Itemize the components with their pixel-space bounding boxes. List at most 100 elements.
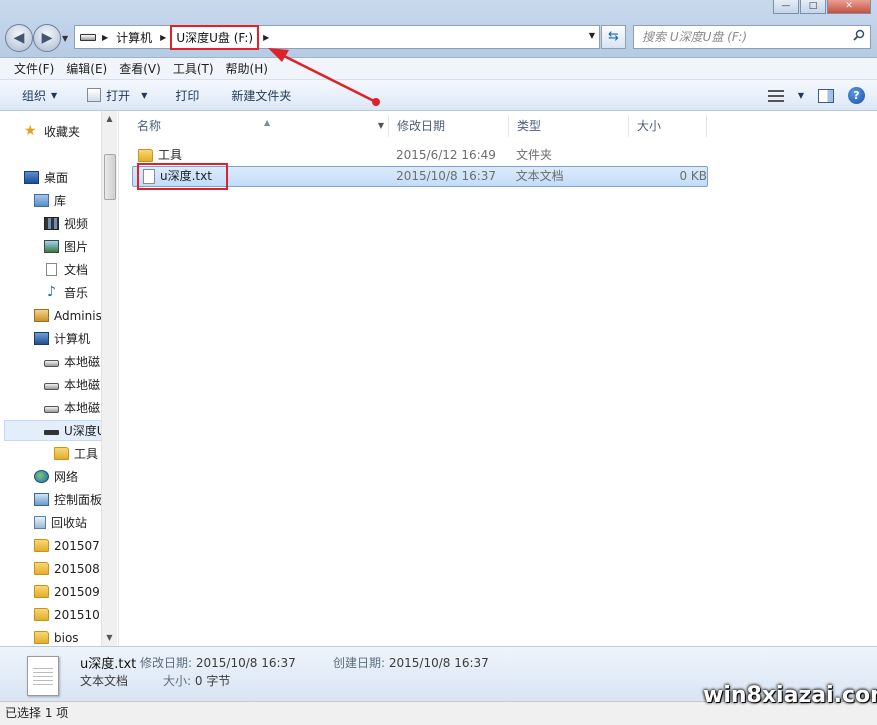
nav-computer[interactable]: 计算机 [34,328,90,349]
nav-network[interactable]: 网络 [34,466,78,487]
details-file-type: 文本文档 [80,674,129,688]
file-type: 文件夹 [516,148,553,162]
nav-music[interactable]: ♪ 音乐 [44,282,88,303]
nav-local-disk-3[interactable]: 本地磁 [44,397,100,418]
menu-tools[interactable]: 工具(T) [167,60,220,77]
nav-folder-201507[interactable]: 201507 [34,535,100,556]
file-row-tools[interactable]: 工具 2015/6/12 16:49 文件夹 [132,145,708,166]
forward-button[interactable]: ▶ [33,24,61,52]
nav-administrator[interactable]: Adminis [34,305,102,326]
file-row-udepth-txt[interactable]: u深度.txt 2015/10/8 16:37 文本文档 0 KB [132,163,708,190]
help-icon[interactable]: ? [848,87,865,104]
pictures-icon [44,240,59,253]
back-button[interactable]: ◀ [5,24,33,52]
nav-label: 收藏夹 [44,125,81,139]
file-name: u深度.txt [160,169,212,183]
breadcrumb-computer[interactable]: 计算机 [114,27,154,48]
nav-label: 本地磁 [64,401,101,415]
nav-tools-folder[interactable]: 工具 [54,443,98,464]
video-icon [44,217,59,230]
preview-pane-icon[interactable] [818,88,834,103]
nav-label: 控制面板 [54,493,103,507]
menu-file[interactable]: 文件(F) [8,60,60,77]
file-date: 2015/6/12 16:49 [396,148,496,162]
view-options-icon[interactable] [767,89,784,102]
nav-label: 201508 [54,561,100,576]
file-size [636,145,708,166]
computer-icon [34,332,49,345]
nav-favorites[interactable]: ★ 收藏夹 [24,121,80,142]
nav-local-disk-1[interactable]: 本地磁 [44,351,100,372]
nav-documents[interactable]: 文档 [44,259,88,280]
highlight-box: u深度.txt [137,163,228,190]
nav-recycle-bin[interactable]: 回收站 [34,512,87,533]
file-type: 文本文档 [515,169,564,183]
nav-folder-201510[interactable]: 201510 [34,604,100,625]
open-button[interactable]: 打开 ▼ [77,87,157,104]
nav-local-disk-2[interactable]: 本地磁 [44,374,100,395]
details-modified-label: 修改日期: [140,656,193,670]
nav-desktop[interactable]: 桌面 [24,167,68,188]
recent-pages-dropdown[interactable]: ▼ [62,34,68,43]
print-button[interactable]: 打印 [165,87,209,104]
column-type[interactable]: 类型 [509,115,629,137]
search-input[interactable]: 搜索 U深度U盘 (F:) [633,25,871,49]
minimize-button[interactable]: — [773,0,799,14]
new-folder-button[interactable]: 新建文件夹 [221,87,301,104]
nav-label: 201507 [54,538,100,553]
breadcrumb-usb-drive[interactable]: U深度U盘 (F:) [170,24,260,50]
maximize-button[interactable]: □ [800,0,826,14]
file-date: 2015/10/8 16:37 [396,169,497,183]
nav-pictures[interactable]: 图片 [44,236,88,257]
chevron-down-icon[interactable]: ▼ [378,115,384,137]
drive-icon [44,406,59,413]
nav-label: 201509 [54,584,100,599]
menu-edit[interactable]: 编辑(E) [60,60,113,77]
menu-view[interactable]: 查看(V) [113,60,167,77]
nav-control-panel[interactable]: 控制面板 [34,489,102,510]
chevron-right-icon[interactable]: ▶ [263,33,269,42]
scrollbar-thumb[interactable] [104,154,116,200]
nav-label: 桌面 [44,171,69,185]
folder-icon [34,585,49,598]
nav-folder-bios[interactable]: bios [34,627,79,646]
menu-help[interactable]: 帮助(H) [220,60,274,77]
refresh-button[interactable]: ⇆ [601,25,626,49]
nav-label: Adminis [54,308,102,323]
watermark: win8xiazai.com [703,683,877,708]
column-date[interactable]: 修改日期 [389,115,509,137]
column-size[interactable]: 大小 [629,115,707,137]
search-placeholder: 搜索 U深度U盘 (F:) [642,30,748,44]
chevron-down-icon[interactable]: ▼ [798,91,804,100]
nav-usb-drive[interactable]: U深度U [4,420,106,441]
close-button[interactable]: ✕ [827,0,871,14]
folder-icon [54,447,69,460]
notepad-icon [87,88,102,102]
toolbar-right: ▼ ? [767,87,865,104]
star-icon: ★ [24,123,37,139]
organize-button[interactable]: 组织 ▼ [12,87,67,104]
chevron-right-icon[interactable]: ▶ [160,33,166,42]
arrow-left-icon: ◀ [13,30,25,46]
nav-folder-201508[interactable]: 201508 [34,558,100,579]
address-history-dropdown[interactable]: ▼ [589,31,595,40]
usb-drive-icon [44,430,59,435]
details-modified-value: 2015/10/8 16:37 [195,656,296,670]
nav-folder-201509[interactable]: 201509 [34,581,100,602]
nav-label: 视频 [64,217,89,231]
navigation-scrollbar[interactable]: ▲ ▼ [101,111,117,646]
column-name[interactable]: 名称 ▲ ▼ [129,115,389,137]
scroll-up-icon[interactable]: ▲ [102,111,117,127]
column-size-label: 大小 [637,119,662,133]
text-file-icon [27,656,59,696]
details-size-label: 大小: [163,674,192,688]
chevron-right-icon[interactable]: ▶ [102,33,108,42]
scroll-down-icon[interactable]: ▼ [102,630,117,646]
control-panel-icon [34,493,49,506]
new-folder-label: 新建文件夹 [231,88,292,103]
details-created-value: 2015/10/8 16:37 [388,656,489,670]
nav-videos[interactable]: 视频 [44,213,88,234]
address-bar[interactable]: ▶ 计算机 ▶ U深度U盘 (F:) ▶ ▼ [74,24,600,50]
music-icon: ♪ [47,284,56,300]
nav-library[interactable]: 库 [34,190,66,211]
